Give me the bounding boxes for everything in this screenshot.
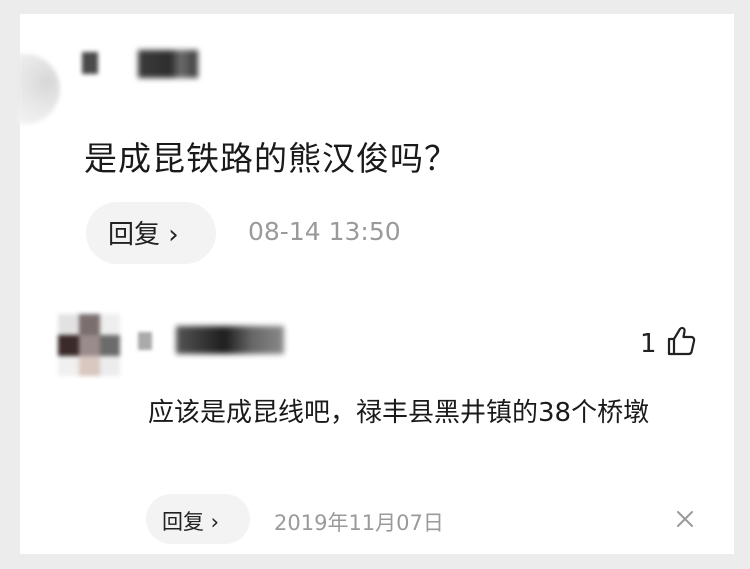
username-blurred xyxy=(138,332,152,350)
comment-text: 应该是成昆线吧，禄丰县黑井镇的38个桥墩 xyxy=(148,398,650,428)
reply-button-label[interactable]: 回复 › xyxy=(108,214,179,251)
comment-card: 是成昆铁路的熊汉俊吗？ 回复 › 08-14 13:50 1 应该是成昆线吧，禄… xyxy=(18,14,734,554)
avatar[interactable] xyxy=(58,314,120,376)
username-blurred[interactable] xyxy=(138,50,198,78)
reply-button-label[interactable]: 回复 › xyxy=(162,506,219,536)
close-icon[interactable] xyxy=(676,510,694,528)
like-count: 1 xyxy=(640,329,657,359)
username-blurred xyxy=(82,52,98,74)
comment-timestamp: 2019年11月07日 xyxy=(274,511,444,535)
avatar[interactable] xyxy=(18,54,60,124)
username-blurred[interactable] xyxy=(176,326,284,354)
comment-text: 是成昆铁路的熊汉俊吗？ xyxy=(84,139,458,178)
thumbs-up-icon[interactable] xyxy=(666,325,696,357)
comment-timestamp: 08-14 13:50 xyxy=(248,217,401,246)
